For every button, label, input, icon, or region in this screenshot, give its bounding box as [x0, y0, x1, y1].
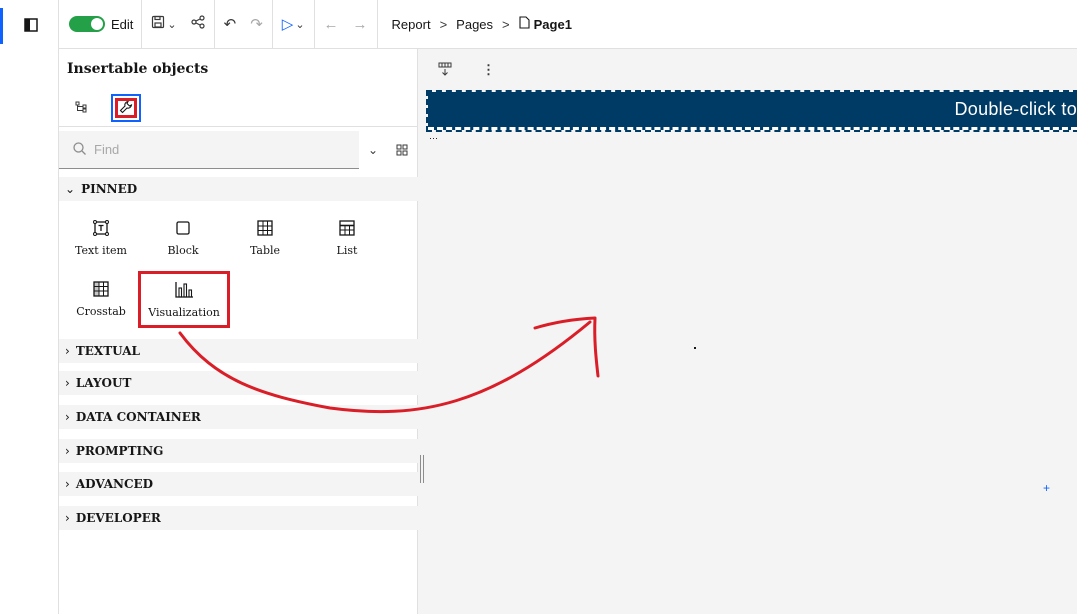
- panel-toggle-button[interactable]: [0, 8, 59, 44]
- section-label: ADVANCED: [75, 477, 154, 491]
- table-icon: [229, 216, 301, 240]
- report-canvas[interactable]: ⋮ Double-click to ⋯ +: [424, 49, 1077, 614]
- block-icon: [147, 216, 219, 240]
- undo-icon: ↶: [223, 16, 237, 33]
- run-group: ▷ ⌄: [273, 0, 315, 49]
- bar-chart-icon: [141, 278, 227, 302]
- item-label: Block: [167, 244, 199, 257]
- edit-group: Edit: [59, 0, 143, 49]
- arrow-left-icon: ←: [323, 15, 339, 33]
- chevron-right-icon: ›: [65, 376, 70, 390]
- tab-source-tree[interactable]: [67, 94, 97, 122]
- left-rail: [0, 0, 59, 614]
- section-label: PINNED: [81, 182, 138, 196]
- section-layout[interactable]: › LAYOUT: [59, 371, 418, 395]
- overflow-menu-icon[interactable]: ⋮: [482, 62, 495, 78]
- section-prompting[interactable]: › PROMPTING: [59, 439, 418, 463]
- breadcrumb-pages[interactable]: Pages: [456, 17, 493, 32]
- pinned-item-visualization[interactable]: Visualization: [138, 271, 230, 328]
- chevron-down-icon[interactable]: ⌄: [295, 18, 304, 31]
- chevron-right-icon: ›: [65, 444, 70, 458]
- item-label: Table: [249, 244, 281, 257]
- forward-button[interactable]: →: [346, 0, 375, 49]
- tree-icon: [75, 101, 89, 116]
- item-label: Crosstab: [76, 305, 126, 318]
- section-advanced[interactable]: › ADVANCED: [59, 472, 418, 496]
- add-icon[interactable]: +: [1043, 481, 1050, 495]
- chevron-down-icon[interactable]: ⌄: [167, 18, 176, 31]
- breadcrumb-page1[interactable]: Page1: [534, 17, 572, 32]
- nav-group: ← →: [315, 0, 378, 49]
- run-button[interactable]: ▷ ⌄: [275, 0, 312, 49]
- section-label: PROMPTING: [75, 444, 164, 458]
- canvas-toolbar: ⋮: [424, 49, 1077, 91]
- save-button[interactable]: ⌄: [144, 0, 183, 49]
- redo-button[interactable]: ↷: [243, 0, 270, 49]
- grid-view-icon[interactable]: [389, 131, 415, 169]
- section-label: LAYOUT: [75, 376, 132, 390]
- section-label: DEVELOPER: [75, 511, 161, 525]
- text-item-icon: [65, 216, 137, 240]
- sidebar-toggle-icon: [24, 17, 38, 35]
- chevron-right-icon: ›: [65, 410, 70, 424]
- page-icon: [519, 16, 530, 32]
- chevron-down-icon[interactable]: ⌄: [359, 131, 387, 169]
- insert-row-icon[interactable]: [438, 62, 452, 79]
- search-icon: [73, 141, 86, 158]
- top-toolbar: Edit ⌄ ↶ ↷ ▷ ⌄ ← → Report > Pages > Page…: [59, 0, 1077, 49]
- redo-icon: ↷: [250, 16, 263, 33]
- chevron-down-icon: ⌄: [65, 182, 76, 196]
- cursor-dot: [694, 347, 696, 349]
- arrow-right-icon: →: [352, 15, 368, 33]
- back-button[interactable]: ←: [317, 0, 346, 49]
- wrench-icon: [119, 100, 133, 117]
- share-icon: [191, 15, 205, 33]
- search-input[interactable]: Find: [59, 131, 359, 169]
- section-data-container[interactable]: › DATA CONTAINER: [59, 405, 418, 429]
- header-placeholder-text: Double-click to: [954, 99, 1077, 119]
- section-pinned[interactable]: ⌄ PINNED: [59, 177, 418, 201]
- item-label: Visualization: [148, 306, 220, 319]
- item-label: Text item: [75, 244, 127, 257]
- panel-tabs: [59, 89, 418, 127]
- play-icon: ▷: [281, 16, 294, 33]
- toolbox-highlight: [115, 98, 137, 118]
- list-icon: [311, 216, 383, 240]
- search-placeholder: Find: [94, 142, 120, 157]
- panel-title: Insertable objects: [67, 61, 209, 77]
- section-label: TEXTUAL: [75, 344, 140, 358]
- chevron-right-icon: ›: [65, 477, 70, 491]
- breadcrumb-separator: >: [439, 16, 448, 32]
- section-developer[interactable]: › DEVELOPER: [59, 506, 418, 530]
- page-header-placeholder[interactable]: Double-click to: [426, 90, 1077, 132]
- item-label: List: [336, 244, 358, 257]
- pinned-item-table[interactable]: Table: [229, 216, 301, 257]
- breadcrumb: Report > Pages > Page1: [378, 16, 572, 32]
- breadcrumb-separator: >: [502, 16, 510, 32]
- chevron-right-icon: ›: [65, 511, 70, 525]
- file-group: ⌄: [142, 0, 215, 49]
- tab-toolbox[interactable]: [111, 94, 141, 122]
- undo-button[interactable]: ↶: [217, 0, 244, 49]
- share-button[interactable]: [184, 0, 212, 49]
- history-group: ↶ ↷: [215, 0, 273, 49]
- breadcrumb-report[interactable]: Report: [392, 17, 431, 32]
- pinned-item-text[interactable]: Text item: [65, 216, 137, 257]
- save-icon: [151, 15, 165, 33]
- pinned-item-block[interactable]: Block: [147, 216, 219, 257]
- insertable-objects-panel: Insertable objects Find ⌄ ⌄ PINNED Text …: [59, 49, 418, 614]
- edit-toggle[interactable]: [69, 16, 105, 32]
- edit-label: Edit: [111, 16, 134, 32]
- pinned-item-list[interactable]: List: [311, 216, 383, 257]
- drag-handle-icon[interactable]: ⋯: [429, 133, 438, 144]
- section-label: DATA CONTAINER: [75, 410, 201, 424]
- pinned-item-crosstab[interactable]: Crosstab: [65, 277, 137, 318]
- chevron-right-icon: ›: [65, 344, 70, 358]
- section-textual[interactable]: › TEXTUAL: [59, 339, 418, 363]
- crosstab-icon: [65, 277, 137, 301]
